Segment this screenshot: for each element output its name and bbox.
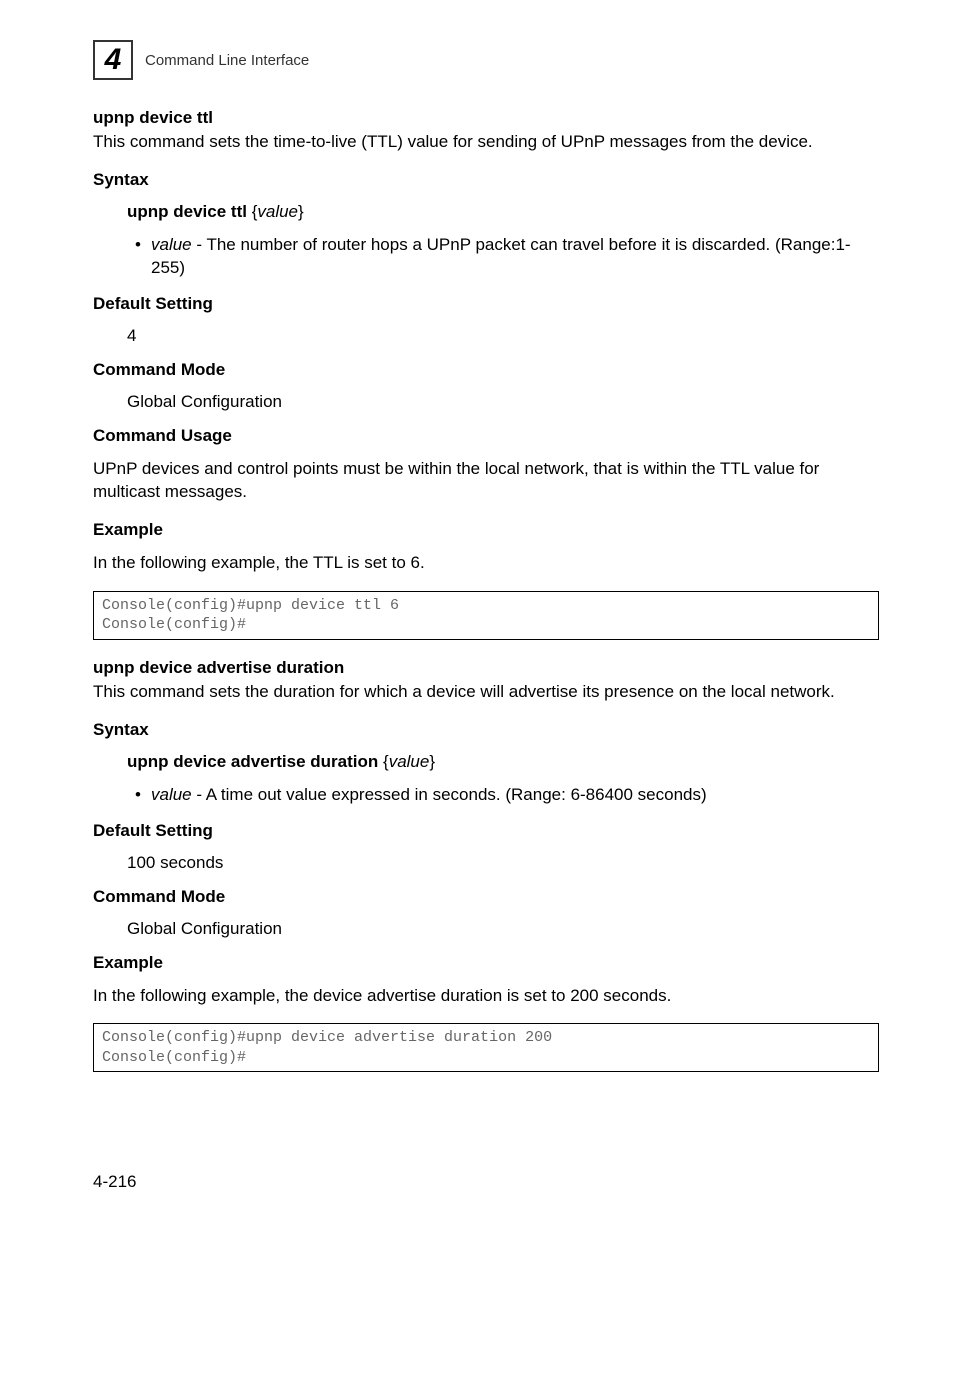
mode-value: Global Configuration [127,919,879,939]
page-number: 4-216 [93,1172,879,1192]
syntax-param: value [389,752,430,771]
param-name: value [151,785,192,804]
code-block: Console(config)#upnp device ttl 6 Consol… [93,591,879,640]
param-bullet: value - A time out value expressed in se… [151,784,879,807]
mode-heading: Command Mode [93,887,879,907]
default-value: 4 [127,326,879,346]
syntax-line: upnp device advertise duration {value} [127,752,879,772]
default-heading: Default Setting [93,821,879,841]
param-bullet: value - The number of router hops a UPnP… [151,234,879,280]
chapter-number-box: 4 [93,40,133,80]
default-heading: Default Setting [93,294,879,314]
code-block: Console(config)#upnp device advertise du… [93,1023,879,1072]
syntax-param: value [257,202,298,221]
usage-text: UPnP devices and control points must be … [93,458,879,504]
example-text: In the following example, the device adv… [93,985,879,1008]
syntax-cmd: upnp device ttl [127,202,247,221]
example-heading: Example [93,953,879,973]
syntax-heading: Syntax [93,720,879,740]
param-desc: - The number of router hops a UPnP packe… [151,235,851,277]
param-name: value [151,235,192,254]
example-text: In the following example, the TTL is set… [93,552,879,575]
usage-heading: Command Usage [93,426,879,446]
syntax-heading: Syntax [93,170,879,190]
mode-heading: Command Mode [93,360,879,380]
syntax-line: upnp device ttl {value} [127,202,879,222]
default-value: 100 seconds [127,853,879,873]
example-heading: Example [93,520,879,540]
page: 4 Command Line Interface upnp device ttl… [0,0,954,1252]
param-desc: - A time out value expressed in seconds.… [192,785,707,804]
section-intro: This command sets the time-to-live (TTL)… [93,131,879,154]
section-intro: This command sets the duration for which… [93,681,879,704]
page-header: 4 Command Line Interface [93,40,879,80]
section-title: upnp device advertise duration [93,658,879,678]
mode-value: Global Configuration [127,392,879,412]
header-title: Command Line Interface [145,52,309,69]
syntax-cmd: upnp device advertise duration [127,752,378,771]
section-title: upnp device ttl [93,108,879,128]
